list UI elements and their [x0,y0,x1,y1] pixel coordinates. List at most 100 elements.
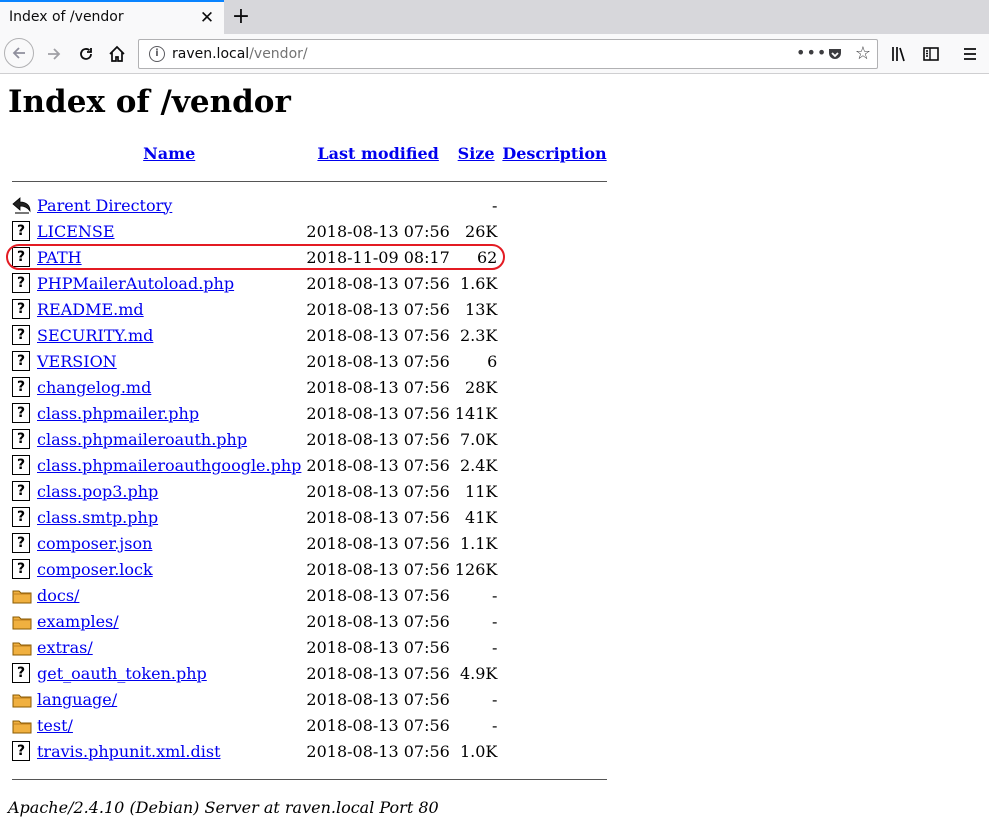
unknown-file-icon: ? [12,429,30,450]
table-row: ? VERSION 2018-08-13 07:56 6 [11,348,608,374]
file-size: - [491,637,498,657]
last-modified: 2018-08-13 07:56 [306,455,450,475]
file-link[interactable]: PHPMailerAutoload.php [37,274,234,293]
sort-by-size-link[interactable]: Size [458,144,495,163]
unknown-file-icon: ? [12,507,30,528]
unknown-file-icon: ? [12,325,30,346]
nav-toolbar: i raven.local/vendor/ ••• ☆ [0,34,989,74]
forward-button[interactable] [40,40,68,68]
tab-title: Index of /vendor [9,9,124,25]
back-button[interactable] [4,38,34,68]
unknown-file-icon: ? [12,247,30,268]
file-link[interactable]: SECURITY.md [37,326,153,345]
last-modified: 2018-08-13 07:56 [306,637,450,657]
description [501,530,607,556]
page-content: Index of /vendor Name Last modified Size… [0,84,989,817]
divider [12,180,607,182]
folder-icon [12,642,32,656]
tab-active[interactable]: Index of /vendor ✕ [0,0,224,34]
table-row: docs/2018-08-13 07:56 - [11,582,608,608]
description [501,218,607,244]
sort-by-description-link[interactable]: Description [502,144,606,163]
sort-by-name-link[interactable]: Name [143,144,195,163]
file-link[interactable]: class.phpmailer.php [37,404,199,423]
pocket-icon[interactable] [824,44,846,64]
table-row: ? get_oauth_token.php 2018-08-13 07:56 4.9K [11,660,608,686]
last-modified: 2018-08-13 07:56 [306,403,450,423]
library-icon[interactable] [887,42,911,66]
file-link[interactable]: README.md [37,300,144,319]
page-actions-icon[interactable]: ••• [796,44,826,64]
description [501,374,607,400]
file-size: - [491,611,498,631]
info-icon[interactable]: i [149,46,165,62]
last-modified: 2018-08-13 07:56 [306,299,450,319]
table-row: ? PATH 2018-11-09 08:17 62 [11,244,608,270]
unknown-file-icon: ? [12,533,30,554]
last-modified: 2018-08-13 07:56 [306,585,450,605]
unknown-file-icon: ? [12,221,30,242]
file-link[interactable]: get_oauth_token.php [37,664,207,683]
table-row: ? SECURITY.md 2018-08-13 07:56 2.3K [11,322,608,348]
parent-directory-link[interactable]: Parent Directory [37,196,172,215]
last-modified: 2018-08-13 07:56 [306,221,450,241]
file-link[interactable]: composer.lock [37,560,153,579]
description [501,426,607,452]
description [501,504,607,530]
header-description: Description [501,140,607,166]
file-link[interactable]: LICENSE [37,222,115,241]
folder-link[interactable]: docs/ [37,586,79,605]
file-link[interactable]: class.smtp.php [37,508,158,527]
tab-close-icon[interactable]: ✕ [197,8,217,28]
description [501,634,607,660]
description [501,348,607,374]
description [501,478,607,504]
folder-icon [12,694,32,708]
file-link[interactable]: changelog.md [37,378,151,397]
table-row: test/2018-08-13 07:56 - [11,712,608,738]
reload-button[interactable] [72,40,100,68]
description [501,244,607,270]
parent-directory-icon [12,196,31,214]
url-text[interactable]: raven.local/vendor/ [172,46,308,62]
folder-link[interactable]: extras/ [37,638,93,657]
table-row: ? composer.json 2018-08-13 07:56 1.1K [11,530,608,556]
table-row: ? class.phpmailer.php 2018-08-13 07:56 141K [11,400,608,426]
unknown-file-icon: ? [12,403,30,424]
unknown-file-icon: ? [12,351,30,372]
sort-by-date-link[interactable]: Last modified [317,144,438,163]
file-link[interactable]: VERSION [37,352,117,371]
file-link[interactable]: composer.json [37,534,152,553]
last-modified: 2018-08-13 07:56 [306,715,450,735]
bookmark-star-icon[interactable]: ☆ [852,44,874,64]
file-link[interactable]: class.pop3.php [37,482,158,501]
url-bar[interactable]: i raven.local/vendor/ ••• ☆ [138,39,878,69]
file-link[interactable]: travis.phpunit.xml.dist [37,742,221,761]
file-size: 28K [465,377,498,397]
folder-link[interactable]: language/ [37,690,117,709]
description [501,270,607,296]
last-modified: 2018-08-13 07:56 [306,559,450,579]
file-size: - [491,715,498,735]
folder-link[interactable]: test/ [37,716,73,735]
file-size: 7.0K [459,429,498,449]
file-link[interactable]: PATH [37,248,82,267]
hamburger-menu-icon[interactable] [958,42,982,66]
home-button[interactable] [103,40,131,68]
file-size: 141K [454,403,498,423]
folder-link[interactable]: examples/ [37,612,119,631]
last-modified: 2018-08-13 07:56 [306,377,450,397]
file-size: - [491,195,498,215]
header-last-modified: Last modified [305,140,450,166]
file-size: 13K [465,299,498,319]
table-row: extras/2018-08-13 07:56 - [11,634,608,660]
divider [12,778,607,780]
sidebar-icon[interactable] [919,42,943,66]
file-link[interactable]: class.phpmaileroauth.php [37,430,247,449]
last-modified: 2018-08-13 07:56 [306,325,450,345]
new-tab-icon[interactable]: + [229,3,253,31]
file-link[interactable]: class.phpmaileroauthgoogle.php [37,456,301,475]
last-modified: 2018-08-13 07:56 [306,533,450,553]
description [501,712,607,738]
description [501,296,607,322]
